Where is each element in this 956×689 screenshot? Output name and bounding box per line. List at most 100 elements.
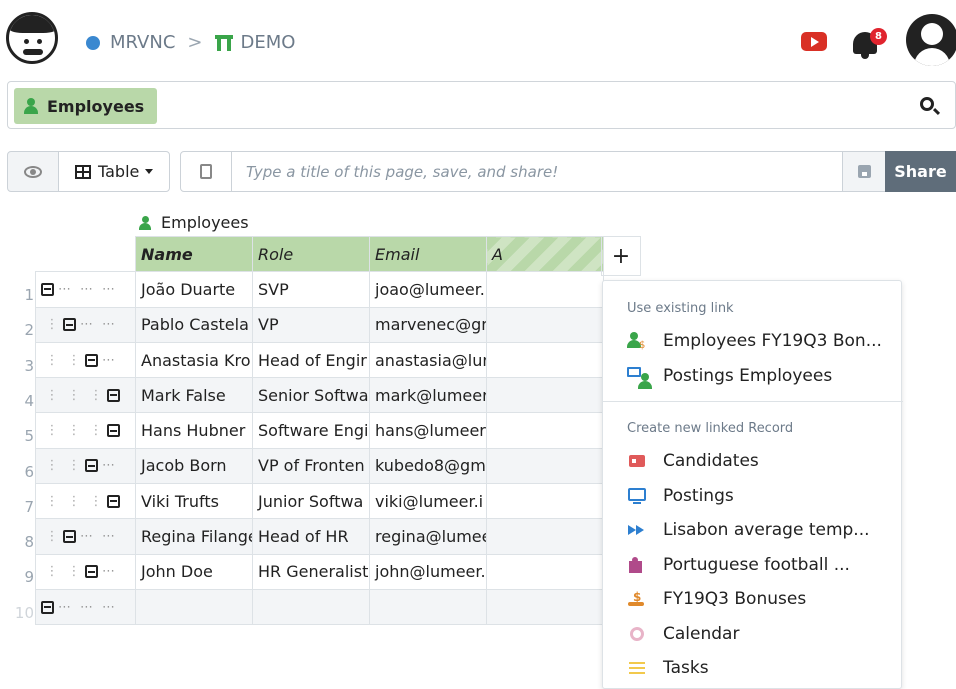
column-header-name[interactable]: Name: [135, 235, 253, 273]
table-row[interactable]: ⋮ ⋯ ⋯ Regina Filange Head of HR regina@lumee: [35, 518, 604, 555]
cell-email[interactable]: joao@lumeer.i: [369, 271, 487, 308]
table-row[interactable]: ⋮ ⋮ ⋮ Mark False Senior Softwa mark@lumeer: [35, 377, 604, 414]
collapse-icon[interactable]: [107, 494, 120, 508]
cell-name[interactable]: Viki Trufts: [135, 483, 253, 520]
cell-name[interactable]: Anastasia Kro: [135, 341, 253, 379]
menu-item-existing-link[interactable]: $ Employees FY19Q3 Bon...: [627, 331, 882, 351]
table-row[interactable]: ⋯ ⋯ ⋯: [35, 588, 604, 626]
cell-a[interactable]: [486, 271, 604, 308]
cell-role[interactable]: [252, 588, 370, 626]
cell-a[interactable]: [486, 588, 604, 626]
cell-role[interactable]: Senior Softwa: [252, 377, 370, 414]
cell-email[interactable]: viki@lumeer.i: [369, 483, 487, 520]
menu-item-create-link[interactable]: Candidates: [627, 451, 759, 471]
cell-name[interactable]: Pablo Castela: [135, 306, 253, 343]
cell-name[interactable]: Hans Hubner: [135, 412, 253, 449]
row-tree-controls[interactable]: ⋮ ⋮ ⋮: [35, 412, 136, 449]
menu-item-create-link[interactable]: Postings: [627, 486, 734, 506]
cell-a[interactable]: [486, 306, 604, 343]
cell-email[interactable]: kubedo8@gm: [369, 447, 487, 485]
cell-a[interactable]: [486, 518, 604, 555]
cell-email[interactable]: hans@lumeer.: [369, 412, 487, 449]
breadcrumb-org[interactable]: MRVNC: [110, 32, 175, 53]
cell-email[interactable]: regina@lumee: [369, 518, 487, 555]
row-tree-controls[interactable]: ⋮ ⋯ ⋯: [35, 306, 136, 343]
cell-role[interactable]: Head of HR: [252, 518, 370, 555]
cell-name[interactable]: Regina Filange: [135, 518, 253, 555]
save-button[interactable]: [842, 151, 886, 192]
collection-chip[interactable]: Employees: [14, 88, 157, 124]
cell-role[interactable]: SVP: [252, 271, 370, 308]
user-avatar-icon[interactable]: [6, 12, 58, 64]
cell-email[interactable]: marvenec@gn: [369, 306, 487, 343]
column-header-new[interactable]: A: [486, 235, 604, 273]
menu-item-create-link[interactable]: Portuguese football ...: [627, 555, 850, 575]
cell-role[interactable]: Software Engi: [252, 412, 370, 449]
row-tree-controls[interactable]: ⋯ ⋯ ⋯: [35, 588, 136, 626]
menu-item-existing-link[interactable]: Postings Employees: [627, 366, 832, 389]
visibility-button[interactable]: [7, 151, 59, 192]
cell-email[interactable]: anastasia@lun: [369, 341, 487, 379]
cell-email[interactable]: john@lumeer.: [369, 553, 487, 590]
collapse-icon[interactable]: [63, 318, 76, 332]
cell-a[interactable]: [486, 412, 604, 449]
table-row[interactable]: ⋮ ⋮ ⋯ Jacob Born VP of Fronten kubedo8@gm: [35, 447, 604, 485]
table-row[interactable]: ⋮ ⋮ ⋯ Anastasia Kro Head of Engir anastasia@l…: [35, 341, 604, 379]
table-row[interactable]: ⋮ ⋮ ⋯ John Doe HR Generalist john@lumeer.: [35, 553, 604, 590]
cell-a[interactable]: [486, 553, 604, 590]
cell-role[interactable]: HR Generalist: [252, 553, 370, 590]
cell-role[interactable]: Junior Softwa: [252, 483, 370, 520]
row-tree-controls[interactable]: ⋮ ⋮ ⋮: [35, 483, 136, 520]
row-tree-controls[interactable]: ⋮ ⋮ ⋯: [35, 341, 136, 379]
account-icon[interactable]: [906, 14, 956, 66]
cell-role[interactable]: Head of Engir: [252, 341, 370, 379]
cell-name[interactable]: Mark False: [135, 377, 253, 414]
cell-role[interactable]: VP: [252, 306, 370, 343]
column-header-role[interactable]: Role: [252, 235, 370, 273]
table-row[interactable]: ⋮ ⋮ ⋮ Hans Hubner Software Engi hans@lumeer.: [35, 412, 604, 449]
cell-a[interactable]: [486, 341, 604, 379]
collapse-icon[interactable]: [85, 565, 98, 579]
row-number: 6: [24, 462, 34, 481]
youtube-icon[interactable]: [801, 32, 827, 51]
cell-a[interactable]: [486, 483, 604, 520]
row-tree-controls[interactable]: ⋮ ⋯ ⋯: [35, 518, 136, 555]
view-select-button[interactable]: Table: [58, 151, 170, 192]
cell-email[interactable]: [369, 588, 487, 626]
row-tree-controls[interactable]: ⋯ ⋯ ⋯: [35, 271, 136, 308]
breadcrumb-project[interactable]: DEMO: [241, 32, 296, 53]
cell-a[interactable]: [486, 377, 604, 414]
collapse-icon[interactable]: [85, 353, 98, 367]
collapse-icon[interactable]: [41, 600, 54, 614]
menu-item-create-link[interactable]: Tasks: [627, 658, 709, 678]
menu-item-create-link[interactable]: Calendar: [627, 624, 739, 644]
collapse-icon[interactable]: [63, 530, 76, 544]
collapse-icon[interactable]: [107, 388, 120, 402]
share-button[interactable]: Share: [885, 151, 956, 192]
cell-email[interactable]: mark@lumeer: [369, 377, 487, 414]
fast-forward-icon: [627, 521, 649, 539]
row-tree-controls[interactable]: ⋮ ⋮ ⋮: [35, 377, 136, 414]
page-title-input[interactable]: Type a title of this page, save, and sha…: [231, 151, 843, 192]
cell-role[interactable]: VP of Fronten: [252, 447, 370, 485]
menu-item-create-link[interactable]: $ FY19Q3 Bonuses: [627, 589, 806, 609]
cell-name[interactable]: John Doe: [135, 553, 253, 590]
add-column-button[interactable]: +: [601, 236, 641, 276]
row-tree-controls[interactable]: ⋮ ⋮ ⋯: [35, 447, 136, 485]
table-row[interactable]: ⋮ ⋮ ⋮ Viki Trufts Junior Softwa viki@lumeer.i: [35, 483, 604, 520]
cell-name[interactable]: Jacob Born: [135, 447, 253, 485]
cell-name[interactable]: [135, 588, 253, 626]
search-icon[interactable]: [920, 97, 934, 111]
row-tree-controls[interactable]: ⋮ ⋮ ⋯: [35, 553, 136, 590]
collapse-icon[interactable]: [85, 459, 98, 473]
menu-item-create-link[interactable]: Lisabon average temp...: [627, 520, 870, 540]
page-doc-button[interactable]: [180, 151, 232, 192]
table-row[interactable]: ⋮ ⋯ ⋯ Pablo Castela VP marvenec@gn: [35, 306, 604, 343]
table-row[interactable]: ⋯ ⋯ ⋯ João Duarte SVP joao@lumeer.i: [35, 271, 604, 308]
collapse-icon[interactable]: [41, 282, 54, 296]
cell-name[interactable]: João Duarte: [135, 271, 253, 308]
column-header-email[interactable]: Email: [369, 235, 487, 273]
cell-a[interactable]: [486, 447, 604, 485]
collapse-icon[interactable]: [107, 424, 120, 438]
search-bar[interactable]: Employees: [7, 81, 956, 129]
